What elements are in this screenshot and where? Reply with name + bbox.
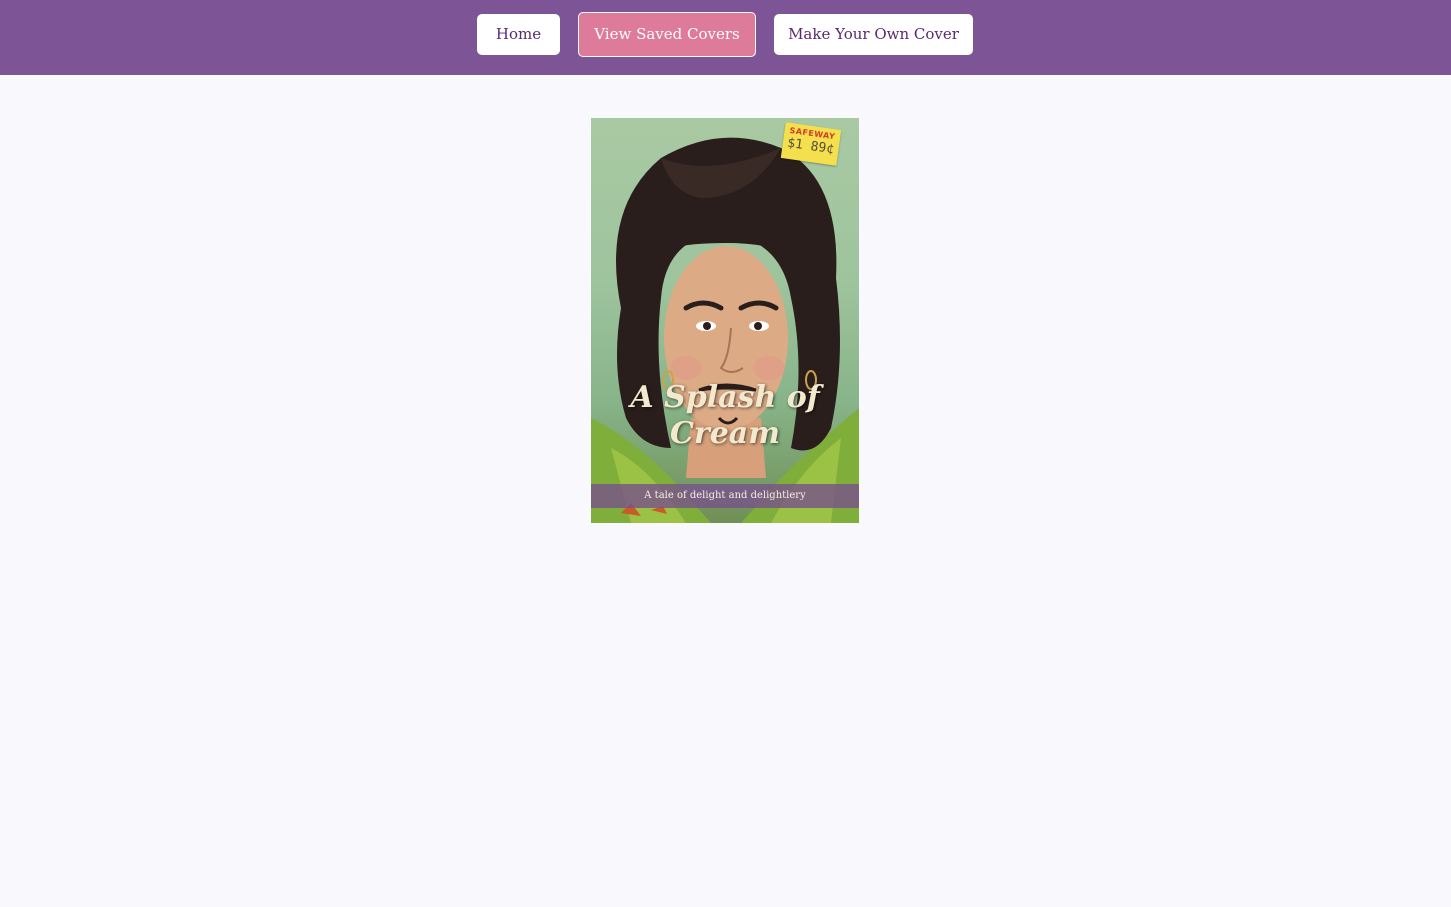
cover-image [591, 137, 859, 523]
cover-tagline: A tale of delight and delightlery [591, 484, 859, 508]
make-your-own-cover-button[interactable]: Make Your Own Cover [774, 14, 973, 55]
top-nav-bar: Home View Saved Covers Make Your Own Cov… [0, 0, 1451, 75]
saved-cover-card[interactable]: SAFEWAY $1 89¢ A Splash of Cream A tale … [591, 118, 859, 523]
price-sticker: SAFEWAY $1 89¢ [780, 122, 842, 166]
cover-title: A Splash of Cream [630, 380, 820, 451]
home-button[interactable]: Home [477, 14, 560, 55]
view-saved-covers-button[interactable]: View Saved Covers [578, 12, 756, 57]
